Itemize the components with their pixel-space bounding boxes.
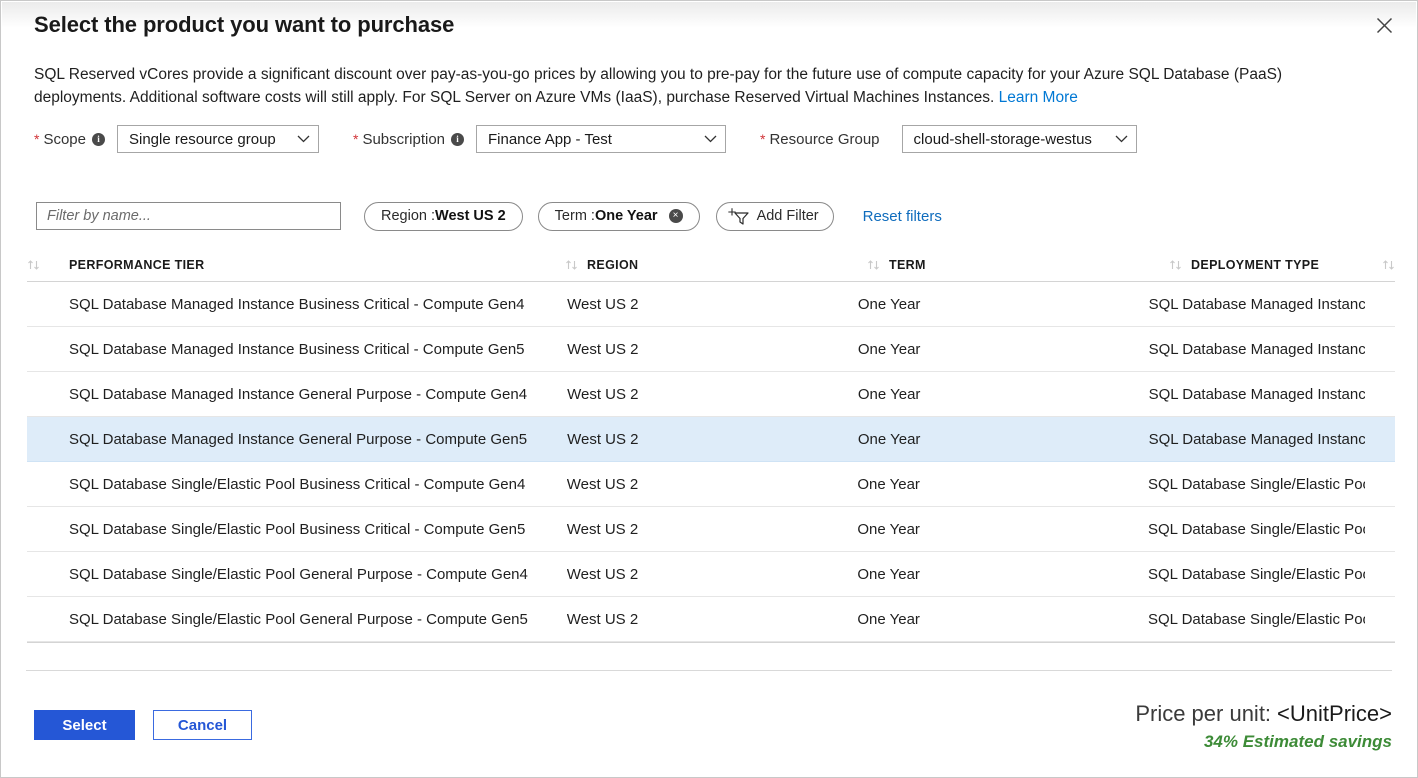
products-table: PERFORMANCE TIER REGION TERM DEPLOYMENT … (27, 248, 1395, 643)
cell-deployment-type: SQL Database Managed Instance (1149, 386, 1365, 403)
column-header-region[interactable]: REGION (587, 258, 867, 272)
estimated-savings: 34% Estimated savings (1135, 732, 1392, 752)
close-icon[interactable] (1367, 10, 1401, 40)
column-header-deployment-type[interactable]: DEPLOYMENT TYPE (1191, 258, 1365, 272)
reset-filters-link[interactable]: Reset filters (863, 208, 942, 225)
resource-group-dropdown-value: cloud-shell-storage-westus (914, 131, 1092, 148)
filter-toolbar: Region : West US 2 Term : One Year × + A… (36, 202, 942, 230)
table-row[interactable]: SQL Database Managed Instance General Pu… (27, 417, 1395, 462)
cell-region: West US 2 (567, 296, 836, 313)
cell-region: West US 2 (567, 386, 836, 403)
cell-region: West US 2 (567, 476, 836, 493)
cell-region: West US 2 (567, 341, 836, 358)
cell-region: West US 2 (567, 521, 836, 538)
price-per-unit-value: <UnitPrice> (1277, 701, 1392, 726)
cell-performance-tier: SQL Database Single/Elastic Pool Busines… (49, 521, 545, 538)
page-title: Select the product you want to purchase (34, 12, 454, 38)
description-text: SQL Reserved vCores provide a significan… (34, 66, 1282, 106)
scope-selector-row: * Scope i Single resource group * Subscr… (34, 125, 1137, 153)
cell-deployment-type: SQL Database Single/Elastic Pool (1148, 611, 1365, 628)
cell-term: One Year (857, 521, 1126, 538)
table-header-row: PERFORMANCE TIER REGION TERM DEPLOYMENT … (27, 248, 1395, 282)
cancel-button[interactable]: Cancel (153, 710, 252, 740)
cell-term: One Year (857, 476, 1126, 493)
add-filter-icon: + (728, 207, 750, 225)
cell-term: One Year (858, 341, 1127, 358)
cell-region: West US 2 (567, 611, 836, 628)
table-row[interactable]: SQL Database Managed Instance Business C… (27, 282, 1395, 327)
table-row[interactable]: SQL Database Single/Elastic Pool Busines… (27, 507, 1395, 552)
add-filter-label: Add Filter (757, 208, 819, 224)
purchase-product-dialog: Select the product you want to purchase … (0, 0, 1418, 778)
table-body: SQL Database Managed Instance Business C… (27, 282, 1395, 642)
scope-dropdown-value: Single resource group (129, 131, 276, 148)
resource-group-required-marker: * (760, 132, 765, 146)
column-header-performance-tier[interactable]: PERFORMANCE TIER (49, 258, 565, 272)
price-summary: Price per unit:<UnitPrice> 34% Estimated… (1135, 701, 1392, 752)
sort-icon-term[interactable] (867, 259, 889, 271)
sort-icon-region[interactable] (565, 259, 587, 271)
cell-term: One Year (857, 611, 1126, 628)
learn-more-link[interactable]: Learn More (999, 89, 1078, 106)
scope-required-marker: * (34, 132, 39, 146)
sort-icon-performance-tier[interactable] (27, 259, 49, 271)
cell-performance-tier: SQL Database Managed Instance Business C… (49, 341, 545, 358)
cell-region: West US 2 (567, 431, 836, 448)
table-row[interactable]: SQL Database Managed Instance Business C… (27, 327, 1395, 372)
select-button[interactable]: Select (34, 710, 135, 740)
table-bottom-border (27, 642, 1395, 643)
dialog-description: SQL Reserved vCores provide a significan… (34, 63, 1334, 109)
chevron-down-icon (704, 135, 717, 143)
table-row[interactable]: SQL Database Single/Elastic Pool Busines… (27, 462, 1395, 507)
table-row[interactable]: SQL Database Single/Elastic Pool General… (27, 597, 1395, 642)
filter-pill-term[interactable]: Term : One Year × (538, 202, 700, 231)
filter-pill-region-key: Region : (381, 208, 435, 224)
cell-performance-tier: SQL Database Single/Elastic Pool Busines… (49, 476, 545, 493)
price-per-unit-line: Price per unit:<UnitPrice> (1135, 701, 1392, 727)
resource-group-label: Resource Group (769, 131, 879, 148)
subscription-required-marker: * (353, 132, 358, 146)
cell-term: One Year (857, 566, 1126, 583)
cell-performance-tier: SQL Database Managed Instance General Pu… (49, 386, 545, 403)
cell-deployment-type: SQL Database Single/Elastic Pool (1148, 476, 1365, 493)
table-row[interactable]: SQL Database Managed Instance General Pu… (27, 372, 1395, 417)
cell-deployment-type: SQL Database Managed Instance (1149, 431, 1365, 448)
scope-label: Scope (43, 131, 86, 148)
table-row[interactable]: SQL Database Single/Elastic Pool General… (27, 552, 1395, 597)
cell-performance-tier: SQL Database Managed Instance Business C… (49, 296, 545, 313)
search-input[interactable] (36, 202, 341, 230)
subscription-dropdown-value: Finance App - Test (488, 131, 612, 148)
sort-icon-deployment-type[interactable] (1169, 259, 1191, 271)
scope-dropdown[interactable]: Single resource group (117, 125, 319, 153)
scope-info-icon[interactable]: i (92, 133, 105, 146)
cell-term: One Year (858, 296, 1127, 313)
filter-pill-region[interactable]: Region : West US 2 (364, 202, 523, 231)
cell-performance-tier: SQL Database Managed Instance General Pu… (49, 431, 545, 448)
cell-deployment-type: SQL Database Managed Instance (1149, 341, 1365, 358)
cell-term: One Year (858, 386, 1127, 403)
cell-deployment-type: SQL Database Single/Elastic Pool (1148, 566, 1365, 583)
subscription-info-icon[interactable]: i (451, 133, 464, 146)
add-filter-plus-glyph: + (728, 205, 737, 220)
cell-performance-tier: SQL Database Single/Elastic Pool General… (49, 566, 545, 583)
subscription-dropdown[interactable]: Finance App - Test (476, 125, 726, 153)
cell-deployment-type: SQL Database Single/Elastic Pool (1148, 521, 1365, 538)
chevron-down-icon (297, 135, 310, 143)
cell-deployment-type: SQL Database Managed Instance (1149, 296, 1365, 313)
cell-term: One Year (858, 431, 1127, 448)
filter-pill-region-value: West US 2 (435, 208, 506, 224)
subscription-label: Subscription (362, 131, 445, 148)
filter-pill-term-value: One Year (595, 208, 658, 224)
add-filter-button[interactable]: + Add Filter (716, 202, 834, 231)
chevron-down-icon (1115, 135, 1128, 143)
footer-divider (26, 670, 1392, 671)
column-header-term[interactable]: TERM (889, 258, 1169, 272)
cell-region: West US 2 (567, 566, 836, 583)
remove-term-filter-icon[interactable]: × (669, 209, 683, 223)
resource-group-dropdown[interactable]: cloud-shell-storage-westus (902, 125, 1137, 153)
price-per-unit-label: Price per unit: (1135, 701, 1271, 726)
sort-icon-trailing[interactable] (1365, 259, 1395, 271)
cell-performance-tier: SQL Database Single/Elastic Pool General… (49, 611, 545, 628)
filter-pill-term-key: Term : (555, 208, 595, 224)
